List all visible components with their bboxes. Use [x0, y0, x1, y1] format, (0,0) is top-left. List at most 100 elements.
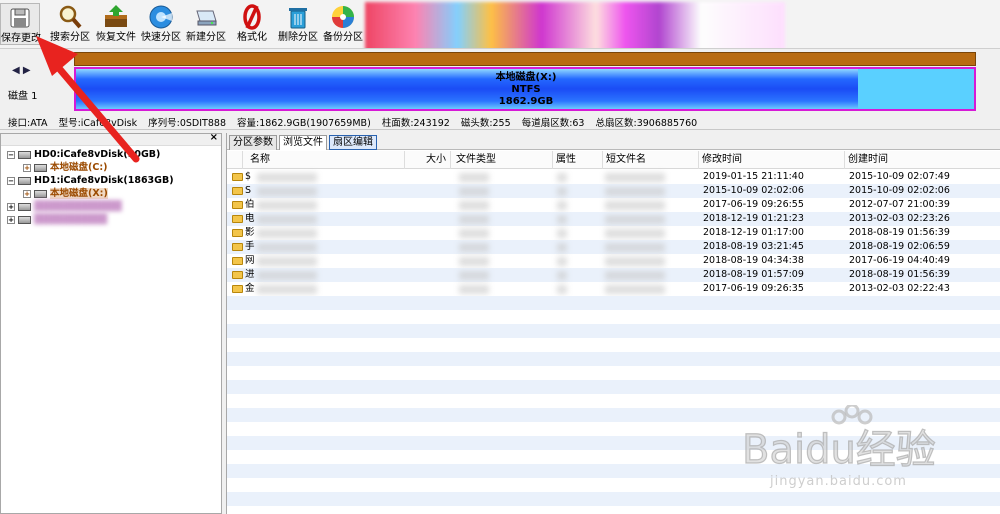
info-cylinders: 柱面数:243192: [381, 118, 450, 129]
hard-disk-icon: [18, 150, 31, 159]
tree-disk-hd1[interactable]: − HD1:iCafe8vDisk(1863GB): [1, 174, 221, 187]
new-partition-button[interactable]: 新建分区: [184, 3, 228, 45]
partition-fs: NTFS: [511, 84, 541, 95]
col-shortname[interactable]: 短文件名: [603, 151, 699, 169]
blurred-shortname: [605, 257, 665, 266]
expand-icon[interactable]: +: [7, 215, 15, 224]
tree-blurred-item[interactable]: + ████████████: [1, 200, 221, 213]
info-serial: 序列号:0SDIT888: [148, 118, 226, 129]
empty-row: [227, 352, 1000, 366]
collapse-icon[interactable]: −: [7, 150, 15, 159]
info-total-sectors: 总扇区数:3906885760: [595, 118, 698, 129]
empty-row: [227, 366, 1000, 380]
tree-partition-c[interactable]: + 本地磁盘(C:): [1, 161, 221, 174]
blurred-name: [257, 187, 317, 196]
backup-disc-icon: [332, 6, 354, 28]
info-model: 型号:iCafe8vDisk: [58, 118, 138, 129]
close-pane-icon[interactable]: ×: [210, 132, 218, 143]
backup-partition-label: 备份分区: [323, 32, 363, 43]
next-disk-arrow-icon[interactable]: ▶: [23, 65, 31, 76]
col-name[interactable]: 名称: [247, 151, 405, 169]
blurred-shortname: [605, 173, 665, 182]
hard-disk-icon: [18, 202, 31, 211]
cell-modified: 2018-12-19 01:17:00: [703, 227, 804, 238]
format-button[interactable]: 格式化: [230, 3, 274, 45]
delete-partition-button[interactable]: 删除分区: [276, 3, 320, 45]
blurred-name: [257, 285, 317, 294]
expand-icon[interactable]: +: [23, 163, 31, 172]
col-type[interactable]: 文件类型: [453, 151, 553, 169]
blurred-name: [257, 257, 317, 266]
partition-name: 本地磁盘(X:): [495, 72, 557, 83]
cell-modified: 2018-08-19 04:34:38: [703, 255, 804, 266]
table-row[interactable]: $2019-01-15 21:11:40 2015-10-09 02:07:49: [227, 170, 1000, 184]
partition-size: 1862.9GB: [498, 96, 554, 107]
quick-partition-label: 快速分区: [141, 32, 181, 43]
watermark-url: jingyan.baidu.com: [770, 474, 907, 489]
tab-partition-params[interactable]: 分区参数: [229, 135, 277, 150]
col-attr[interactable]: 属性: [553, 151, 603, 169]
blurred-attr: [557, 201, 567, 210]
tab-browse-files[interactable]: 浏览文件: [279, 135, 327, 150]
table-row[interactable]: 金 2017-06-19 09:26:35 2013-02-03 02:22:43: [227, 282, 1000, 296]
blurred-type: [459, 201, 489, 210]
disk-label: 磁盘 1: [8, 91, 38, 102]
blurred-attr: [557, 257, 567, 266]
backup-partition-button[interactable]: 备份分区: [321, 3, 365, 45]
table-row[interactable]: 进 2018-08-19 01:57:09 2018-08-19 01:56:39: [227, 268, 1000, 282]
recover-files-button[interactable]: 恢复文件: [94, 3, 138, 45]
empty-row: [227, 296, 1000, 310]
blurred-shortname: [605, 187, 665, 196]
tree-blurred-item[interactable]: + ██████████: [1, 213, 221, 226]
new-partition-icon: [196, 10, 217, 26]
empty-row: [227, 310, 1000, 324]
tree-partition-x[interactable]: + 本地磁盘(X:): [1, 187, 221, 200]
partition-info: 本地磁盘(X:) NTFS 1862.9GB: [76, 72, 976, 108]
blurred-type: [459, 285, 489, 294]
save-disk-icon: [10, 8, 30, 28]
cell-created: 2017-06-19 04:40:49: [849, 255, 950, 266]
save-changes-button[interactable]: 保存更改: [0, 3, 41, 45]
table-row[interactable]: 影 2018-12-19 01:17:00 2018-08-19 01:56:39: [227, 226, 1000, 240]
blurred-attr: [557, 285, 567, 294]
cell-modified: 2015-10-09 02:02:06: [703, 185, 804, 196]
table-row[interactable]: S 2015-10-09 02:02:06 2015-10-09 02:02:06: [227, 184, 1000, 198]
prev-disk-arrow-icon[interactable]: ◀: [12, 65, 20, 76]
partition-drive-icon: [34, 163, 47, 172]
partition-block-x[interactable]: 本地磁盘(X:) NTFS 1862.9GB: [74, 67, 976, 111]
tab-sector-edit[interactable]: 扇区编辑: [329, 135, 377, 150]
table-row[interactable]: 伯 2017-06-19 09:26:55 2012-07-07 21:00:39: [227, 198, 1000, 212]
blurred-name: [257, 271, 317, 280]
watermark-brand-text: Baidu经验: [742, 427, 936, 473]
blurred-name: [257, 215, 317, 224]
blurred-shortname: [605, 285, 665, 294]
file-table-header: 名称 大小 文件类型 属性 短文件名 修改时间 创建时间: [227, 151, 1000, 169]
partition-drive-icon: [34, 189, 47, 198]
blurred-type: [459, 271, 489, 280]
search-partition-button[interactable]: 搜索分区: [48, 3, 92, 45]
hard-disk-icon: [18, 215, 31, 224]
cell-created: 2018-08-19 02:06:59: [849, 241, 950, 252]
table-row[interactable]: 手 2018-08-19 03:21:45 2018-08-19 02:06:59: [227, 240, 1000, 254]
empty-row: [227, 380, 1000, 394]
table-row[interactable]: 网 2018-08-19 04:34:38 2017-06-19 04:40:49: [227, 254, 1000, 268]
table-row[interactable]: 电 2018-12-19 01:21:23 2013-02-03 02:23:26: [227, 212, 1000, 226]
cell-modified: 2017-06-19 09:26:35: [703, 283, 804, 294]
tree-disk-hd0[interactable]: − HD0:iCafe8vDisk(50GB): [1, 148, 221, 161]
cell-created: 2013-02-03 02:23:26: [849, 213, 950, 224]
header-checkbox[interactable]: [227, 151, 243, 169]
search-partition-label: 搜索分区: [50, 32, 90, 43]
blurred-type: [459, 257, 489, 266]
collapse-icon[interactable]: −: [7, 176, 15, 185]
expand-icon[interactable]: +: [23, 189, 31, 198]
cell-created: 2015-10-09 02:02:06: [849, 185, 950, 196]
col-size[interactable]: 大小: [405, 151, 451, 169]
quick-partition-button[interactable]: 快速分区: [139, 3, 183, 45]
blurred-attr: [557, 243, 567, 252]
col-modified[interactable]: 修改时间: [699, 151, 845, 169]
expand-icon[interactable]: +: [7, 202, 15, 211]
disk-nav-arrows[interactable]: ◀ ▶: [12, 65, 31, 76]
col-created[interactable]: 创建时间: [845, 151, 1000, 169]
trash-icon: [289, 8, 307, 29]
empty-row: [227, 338, 1000, 352]
